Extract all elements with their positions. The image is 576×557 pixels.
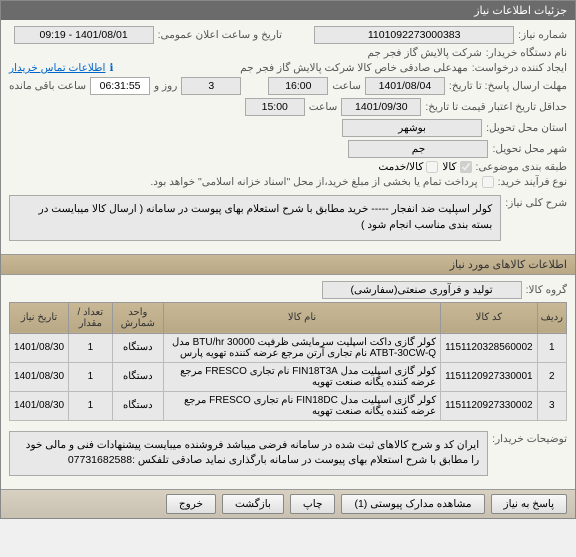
reply-button[interactable]: پاسخ به نیاز (491, 494, 567, 514)
contact-link[interactable]: اطلاعات تماس خریدار (9, 62, 105, 74)
table-header: واحد شمارش (112, 302, 163, 333)
group-value: تولید و فرآوری صنعتی(سفارشی) (322, 281, 522, 299)
print-button[interactable]: چاپ (290, 494, 336, 514)
chk-purchase-type[interactable] (482, 176, 494, 188)
table-header: تاریخ نیاز (10, 302, 69, 333)
table-row[interactable]: 11151120328560002کولر گازی داکت اسپلیت س… (10, 333, 567, 362)
need-number: 1101092273000383 (314, 26, 514, 44)
goods-table: ردیفکد کالانام کالاواحد شمارشتعداد / مقد… (9, 302, 567, 421)
table-header: تعداد / مقدار (69, 302, 113, 333)
classification-label: طبقه بندی موضوعی: (476, 161, 567, 173)
province-label: استان محل تحویل: (486, 122, 567, 134)
deadline-label: مهلت ارسال پاسخ: تا تاریخ: (449, 80, 567, 92)
table-row[interactable]: 31151120927330002کولر گازی اسپلیت مدل FI… (10, 391, 567, 420)
need-number-label: شماره نیاز: (518, 29, 567, 41)
purchase-type-label: نوع فرآیند خرید: (498, 176, 567, 188)
table-header: ردیف (537, 302, 566, 333)
back-button[interactable]: بازگشت (222, 494, 284, 514)
city-value: جم (348, 140, 488, 158)
table-header: کد کالا (441, 302, 538, 333)
table-header: نام کالا (164, 302, 441, 333)
table-row[interactable]: 21151120927330001کولر گازی اسپلیت مدل FI… (10, 362, 567, 391)
days-label: روز و (154, 80, 177, 92)
remaining-time: 06:31:55 (90, 77, 150, 95)
validity-label: حداقل تاریخ اعتبار قیمت تا تاریخ: (425, 101, 567, 113)
days-value: 3 (181, 77, 241, 95)
remaining-label: ساعت باقی مانده (9, 80, 86, 92)
buyer-notes: ایران کد و شرح کالاهای ثبت شده در سامانه… (9, 431, 488, 477)
validity-time: 15:00 (245, 98, 305, 116)
info-icon: ℹ (109, 62, 113, 74)
desc-label: شرح کلی نیاز: (505, 191, 567, 209)
requester-label: ایجاد کننده درخواست: (472, 62, 567, 74)
purchase-type-note: پرداخت تمام یا بخشی از مبلغ خرید،از محل … (150, 176, 477, 188)
group-label: گروه کالا: (526, 284, 567, 296)
deadline-time: 16:00 (268, 77, 328, 95)
buyer-notes-label: توضیحات خریدار: (492, 427, 567, 445)
exit-button[interactable]: خروج (166, 494, 216, 514)
chk-goods[interactable]: کالا (442, 161, 471, 173)
goods-section-header: اطلاعات کالاهای مورد نیاز (1, 254, 575, 275)
time-label-2: ساعت (309, 101, 338, 113)
desc-text: کولر اسپلیت ضد انفجار ----- خرید مطابق ب… (9, 195, 501, 241)
buyer-value: شرکت پالایش گاز فجر جم (367, 47, 481, 59)
province-value: بوشهر (342, 119, 482, 137)
announce-label: تاریخ و ساعت اعلان عمومی: (158, 29, 282, 41)
time-label-1: ساعت (332, 80, 361, 92)
city-label: شهر محل تحویل: (492, 143, 567, 155)
announce-value: 1401/08/01 - 09:19 (14, 26, 154, 44)
attachments-button[interactable]: مشاهده مدارک پیوستی (1) (341, 494, 484, 514)
requester-value: مهدعلی صادقی خاص کالا شرکت پالایش گاز فج… (240, 62, 468, 74)
panel-title: جزئیات اطلاعات نیاز (1, 1, 575, 20)
chk-service[interactable]: کالا/خدمت (378, 161, 438, 173)
deadline-date: 1401/08/04 (365, 77, 445, 95)
buyer-label: نام دستگاه خریدار: (486, 47, 567, 59)
validity-date: 1401/09/30 (341, 98, 421, 116)
